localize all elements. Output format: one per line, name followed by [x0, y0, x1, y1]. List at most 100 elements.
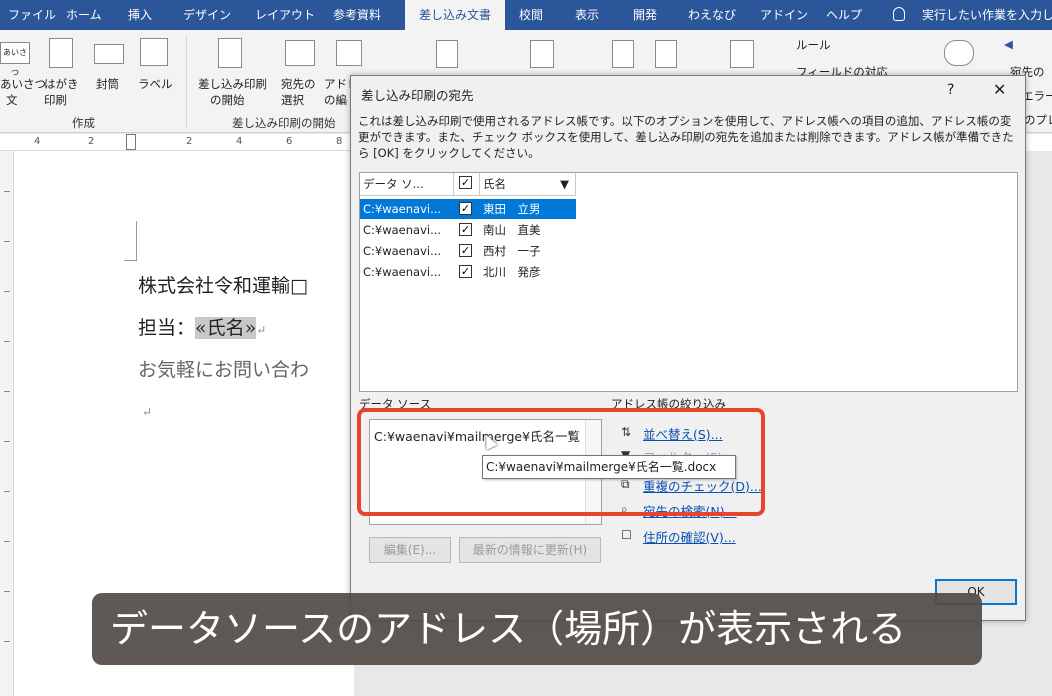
- select-recipients-icon: [285, 40, 315, 66]
- table-row[interactable]: C:¥waenavi... ✓ 南山 直美: [360, 220, 576, 240]
- ruler-number: 8: [336, 136, 343, 147]
- label-icon: [140, 38, 168, 66]
- first-record-icon[interactable]: ◀: [1004, 36, 1013, 52]
- row-checkbox[interactable]: ✓: [459, 265, 472, 278]
- contact-line: 担当：«氏名»↵: [138, 313, 266, 340]
- space-mark: □: [290, 275, 308, 297]
- column-header-check[interactable]: ✓: [454, 173, 480, 196]
- indent-marker-icon[interactable]: [126, 134, 136, 150]
- table-row[interactable]: C:¥waenavi... ✓ 北川 発彦: [360, 262, 576, 282]
- labels-button[interactable]: ラベル: [138, 76, 173, 92]
- tab-addins[interactable]: アドイン: [760, 0, 808, 30]
- tab-waenavi[interactable]: わえなび: [688, 0, 736, 30]
- inquiry-line: お気軽にお問い合わ: [138, 359, 310, 381]
- tab-help[interactable]: ヘルプ: [826, 0, 862, 30]
- tab-design[interactable]: デザイン: [183, 0, 231, 30]
- ruler-tick: [4, 641, 10, 642]
- ribbon-tab-bar: ファイル ホーム 挿入 デザイン レイアウト 参考資料 差し込み文書 校閲 表示…: [0, 0, 1052, 30]
- tab-references[interactable]: 参考資料: [333, 0, 381, 30]
- dialog-title: 差し込み印刷の宛先: [361, 88, 474, 103]
- start-merge-label-2[interactable]: の開始: [210, 92, 245, 108]
- vertical-ruler: [0, 151, 14, 696]
- tab-home[interactable]: ホーム: [66, 0, 102, 30]
- tab-layout[interactable]: レイアウト: [255, 0, 315, 30]
- row-source: C:¥waenavi...: [363, 244, 442, 258]
- row-name: 東田 立男: [483, 202, 541, 216]
- barcode-icon: [530, 40, 554, 68]
- row-checkbox[interactable]: ✓: [459, 202, 472, 215]
- doc-icon: [655, 40, 677, 68]
- horizontal-ruler-right: [1024, 134, 1052, 151]
- highlight-box: [357, 408, 765, 516]
- select-recipients-label-1[interactable]: 宛先の: [281, 76, 316, 92]
- refresh-button[interactable]: 最新の情報に更新(H): [459, 537, 601, 563]
- envelope-icon: [94, 44, 124, 64]
- close-icon[interactable]: ✕: [993, 80, 1006, 99]
- check-errors-label[interactable]: エラー: [1022, 88, 1052, 104]
- table-row[interactable]: C:¥waenavi... ✓ 東田 立男: [360, 199, 576, 219]
- greeting-label-2[interactable]: 文: [6, 92, 18, 108]
- help-icon[interactable]: ?: [947, 82, 954, 98]
- doc-icon: [436, 40, 458, 68]
- company-name: 株式会社令和運輸: [138, 275, 291, 297]
- tab-mailings[interactable]: 差し込み文書: [405, 0, 505, 30]
- ruler-number: 2: [88, 136, 95, 147]
- envelope-button[interactable]: 封筒: [96, 76, 119, 92]
- mail-merge-recipients-dialog: 差し込み印刷の宛先 ? ✕ これは差し込み印刷で使用されるアドレス帳です。以下の…: [350, 75, 1026, 621]
- dialog-description: これは差し込み印刷で使用されるアドレス帳です。以下のオプションを使用して、アドレ…: [358, 114, 1014, 160]
- preview-results-icon: [944, 40, 974, 66]
- tab-insert[interactable]: 挿入: [128, 0, 152, 30]
- tab-developer[interactable]: 開発: [633, 0, 657, 30]
- horizontal-ruler: 4 2 2 4 6 8: [0, 134, 352, 151]
- ruler-tick: [4, 541, 10, 542]
- row-name: 南山 直美: [483, 223, 541, 237]
- start-merge-label-1[interactable]: 差し込み印刷: [198, 76, 267, 92]
- postcard-label-1[interactable]: はがき: [44, 76, 79, 92]
- tab-review[interactable]: 校閲: [519, 0, 543, 30]
- column-header-source[interactable]: データ ソ...: [360, 173, 454, 196]
- sort-dropdown-icon[interactable]: ▼: [560, 173, 569, 195]
- select-recipients-label-2[interactable]: 選択: [281, 92, 304, 108]
- validate-addresses-link[interactable]: 住所の確認(V)...: [643, 527, 736, 546]
- company-line: 株式会社令和運輸□: [138, 271, 308, 298]
- row-source: C:¥waenavi...: [363, 223, 442, 237]
- edit-list-label-2[interactable]: の編: [324, 92, 347, 108]
- contact-prefix: 担当：: [138, 317, 196, 339]
- row-source: C:¥waenavi...: [363, 265, 442, 279]
- ruler-number: 2: [186, 136, 193, 147]
- preview-label[interactable]: のプレ: [1024, 112, 1052, 128]
- empty-line-return-mark: ↵: [142, 405, 153, 419]
- start-merge-icon: [218, 38, 242, 68]
- group-separator: [186, 36, 187, 128]
- recipients-list[interactable]: データ ソ... ✓ 氏名 ▼ C:¥waenavi... ✓ 東田 立男 C:¥…: [359, 172, 1018, 392]
- ruler-tick: [4, 441, 10, 442]
- ruler-tick: [4, 391, 10, 392]
- lightbulb-icon: [893, 7, 905, 21]
- ruler-number: 4: [34, 136, 41, 147]
- postcard-icon: [49, 38, 73, 68]
- tab-view[interactable]: 表示: [575, 0, 599, 30]
- row-source: C:¥waenavi...: [363, 202, 442, 216]
- validate-icon: ☐: [621, 528, 632, 542]
- group-create-label: 作成: [72, 116, 95, 130]
- caption-banner: データソースのアドレス（場所）が表示される: [92, 593, 982, 665]
- ruler-number: 4: [236, 136, 243, 147]
- merge-field-name[interactable]: «氏名»: [195, 317, 257, 339]
- tab-file[interactable]: ファイル: [8, 0, 56, 30]
- table-row[interactable]: C:¥waenavi... ✓ 西村 一子: [360, 241, 576, 261]
- ruler-tick: [4, 191, 10, 192]
- row-checkbox[interactable]: ✓: [459, 244, 472, 257]
- margin-corner-mark: [124, 221, 137, 261]
- tell-me-box[interactable]: 実行したい作業を入力し: [922, 0, 1052, 30]
- greeting-label-1[interactable]: あいさつ: [0, 76, 46, 92]
- edit-button[interactable]: 編集(E)...: [369, 537, 451, 563]
- postcard-label-2[interactable]: 印刷: [44, 92, 67, 108]
- select-all-checkbox[interactable]: ✓: [459, 176, 472, 189]
- column-header-name[interactable]: 氏名 ▼: [480, 173, 576, 196]
- column-header-name-label: 氏名: [483, 177, 506, 191]
- doc-icon: [612, 40, 634, 68]
- row-checkbox[interactable]: ✓: [459, 223, 472, 236]
- ruler-tick: [4, 291, 10, 292]
- return-mark: ↵: [256, 323, 267, 337]
- rules-button[interactable]: ルール: [796, 37, 831, 53]
